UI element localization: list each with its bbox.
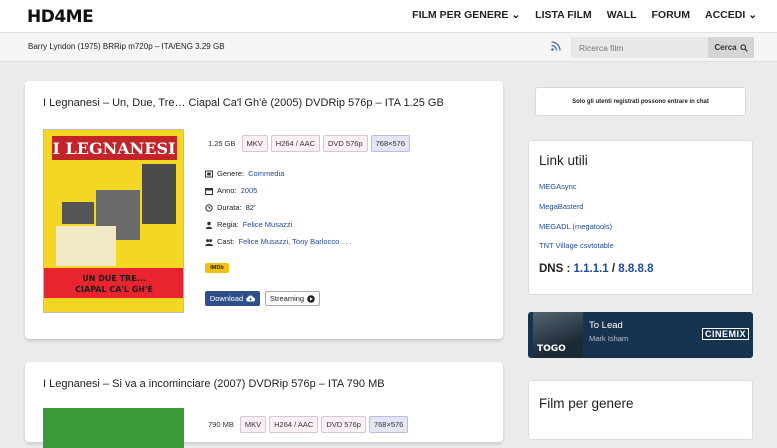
file-size: 1.25 GB <box>208 139 236 148</box>
movie-card: I Legnanesi – Si va a incominciare (2007… <box>25 362 503 448</box>
nav-wall[interactable]: WALL <box>607 9 637 21</box>
link-megasync[interactable]: MEGAsync <box>539 182 577 191</box>
download-button-label: Download <box>209 294 244 303</box>
clock-icon <box>205 203 213 212</box>
tag-codec: H264 / AAC <box>270 135 320 152</box>
cloud-download-icon <box>246 295 256 302</box>
useful-links-widget: Link utili MEGAsync MegaBasterd MEGADL (… <box>528 140 753 295</box>
imdb-badge[interactable]: IMDb <box>205 263 229 273</box>
link-megabasterd[interactable]: MegaBasterd <box>539 202 584 211</box>
play-circle-icon <box>307 294 315 303</box>
cinemix-logo[interactable]: CINEMIX <box>702 328 750 340</box>
track-artist: Mark Isham <box>589 334 629 343</box>
site-logo[interactable]: HD4ME <box>27 7 94 27</box>
nav-forum[interactable]: FORUM <box>652 9 691 21</box>
tag-resolution: 768×576 <box>368 416 409 433</box>
release-tags: 790 MB MKV H264 / AAC DVD 576p 768×576 <box>205 416 409 433</box>
year-label: Anno: <box>217 186 237 195</box>
cast-link[interactable]: Felice Musazzi, Tony Barlocco . . . <box>239 237 352 246</box>
dns-secondary[interactable]: 8.8.8.8 <box>618 263 653 275</box>
genre-row: Genere: Commedia <box>205 169 284 178</box>
tag-container: MKV <box>241 135 268 152</box>
streaming-button[interactable]: Streaming <box>265 291 320 306</box>
search-input[interactable] <box>571 37 708 58</box>
streaming-button-label: Streaming <box>269 294 305 303</box>
year-link[interactable]: 2005 <box>241 186 258 195</box>
tag-container: MKV <box>239 416 267 433</box>
tag-resolution: 768×576 <box>370 135 411 152</box>
cast-row: Cast: Felice Musazzi, Tony Barlocco . . … <box>205 237 352 246</box>
download-button[interactable]: Download <box>205 291 260 306</box>
nav-accedi[interactable]: ACCEDI ⌄ <box>705 9 757 21</box>
chat-notice: Solo gli utenti registrati possono entra… <box>535 87 746 116</box>
search-form: Cerca <box>571 37 754 58</box>
link-tnt-village[interactable]: TNT Village csvtotable <box>539 241 614 250</box>
user-icon <box>205 221 213 229</box>
movie-card: I Legnanesi – Un, Due, Tre… Ciapal Ca'l … <box>25 81 503 339</box>
tag-source: DVD 576p <box>321 416 366 433</box>
nav-lista-film[interactable]: LISTA FILM <box>535 9 592 21</box>
duration-label: Durata: <box>217 203 242 212</box>
director-link[interactable]: Felice Musazzi <box>243 220 293 229</box>
file-size: 790 MB <box>208 420 234 429</box>
top-navbar: HD4ME FILM PER GENERE ⌄ LISTA FILM WALL … <box>0 0 777 32</box>
nav-film-per-genere[interactable]: FILM PER GENERE ⌄ <box>412 9 520 21</box>
chevron-down-icon: ⌄ <box>748 9 757 21</box>
director-row: Regia: Felice Musazzi <box>205 220 292 229</box>
svg-text:I LEGNANESI: I LEGNANESI <box>52 139 175 158</box>
cover-text: TOGO <box>537 344 566 354</box>
calendar-icon <box>205 187 213 195</box>
chevron-down-icon: ⌄ <box>511 9 521 21</box>
svg-text:UN DUE TRE...: UN DUE TRE... <box>82 274 146 283</box>
duration-value: 82' <box>245 203 256 212</box>
movie-title[interactable]: I Legnanesi – Un, Due, Tre… Ciapal Ca'l … <box>43 97 444 109</box>
movie-poster[interactable]: I LEGNANESI UN DUE TRE... CIAPAL CA'L GH… <box>43 129 184 313</box>
genre-link[interactable]: Commedia <box>248 169 284 178</box>
genre-widget: Film per genere <box>528 380 753 440</box>
link-megadl[interactable]: MEGADL (megatools) <box>539 222 612 231</box>
search-icon <box>739 43 748 52</box>
dns-row: DNS : 1.1.1.1 / 8.8.8.8 <box>539 263 653 275</box>
dns-label: DNS : <box>539 263 571 275</box>
tag-codec: H264 / AAC <box>269 416 319 433</box>
rss-icon[interactable] <box>551 41 561 51</box>
search-button-label: Cerca <box>714 43 737 52</box>
music-player-widget[interactable]: TOGO To Lead Mark Isham CINEMIX <box>528 312 753 358</box>
release-tags: 1.25 GB MKV H264 / AAC DVD 576p 768×576 <box>205 135 411 152</box>
poster-image: I LEGNANESI UN DUE TRE... CIAPAL CA'L GH… <box>44 130 183 312</box>
users-icon <box>205 238 213 246</box>
film-icon <box>205 170 213 177</box>
duration-row: Durata: 82' <box>205 203 255 212</box>
main-nav: FILM PER GENERE ⌄ LISTA FILM WALL FORUM … <box>412 9 757 21</box>
useful-links-title: Link utili <box>539 153 588 168</box>
director-label: Regia: <box>217 220 239 229</box>
cast-label: Cast: <box>217 237 235 246</box>
tag-source: DVD 576p <box>323 135 368 152</box>
svg-text:CIAPAL CA'L GH'È: CIAPAL CA'L GH'È <box>75 283 153 294</box>
genre-label: Genere: <box>217 169 245 178</box>
genre-widget-title: Film per genere <box>539 396 634 411</box>
track-title: To Lead <box>589 320 623 331</box>
latest-release-ticker[interactable]: Barry Lyndon (1975) BRRip m720p – ITA/EN… <box>28 42 225 51</box>
album-cover: TOGO <box>533 312 583 358</box>
search-button[interactable]: Cerca <box>708 37 754 58</box>
movie-poster[interactable] <box>43 408 184 448</box>
year-row: Anno: 2005 <box>205 186 257 195</box>
movie-title[interactable]: I Legnanesi – Si va a incominciare (2007… <box>43 378 385 390</box>
dns-primary[interactable]: 1.1.1.1 <box>574 263 609 275</box>
dns-separator: / <box>611 263 616 275</box>
sub-header: Barry Lyndon (1975) BRRip m720p – ITA/EN… <box>0 32 777 62</box>
